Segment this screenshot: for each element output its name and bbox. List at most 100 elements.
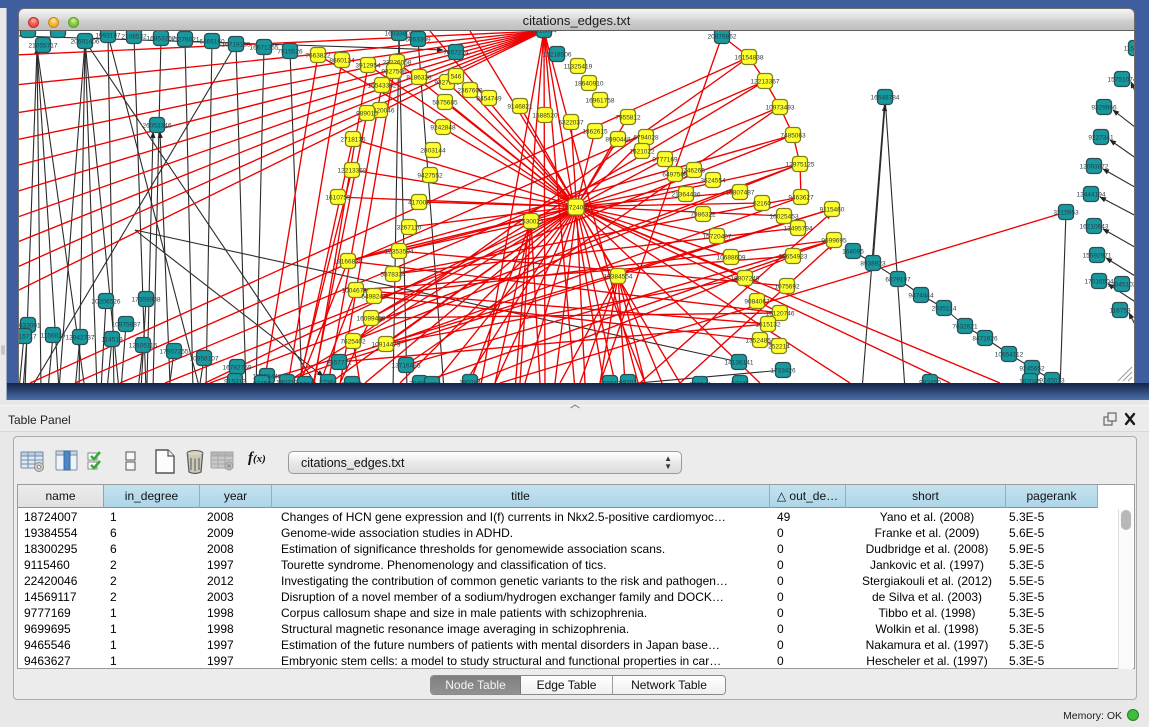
svg-text:12942737: 12942737: [66, 335, 95, 342]
svg-text:11325419: 11325419: [564, 64, 593, 71]
svg-text:9427552: 9427552: [417, 173, 443, 180]
svg-text:13495794: 13495794: [784, 226, 813, 233]
svg-text:62160: 62160: [753, 201, 771, 208]
svg-text:82450: 82450: [253, 381, 271, 384]
svg-text:9329966: 9329966: [1091, 105, 1117, 112]
svg-text:417006: 417006: [408, 200, 430, 207]
svg-text:9777169: 9777169: [652, 157, 678, 164]
svg-text:1621022: 1621022: [629, 149, 655, 156]
svg-text:13716485: 13716485: [392, 363, 421, 370]
svg-text:12213367: 12213367: [751, 79, 780, 86]
svg-text:7515526: 7515526: [277, 49, 303, 56]
svg-text:7986322: 7986322: [690, 212, 716, 219]
svg-text:6053309: 6053309: [405, 37, 431, 44]
svg-text:3215953: 3215953: [1053, 210, 1079, 217]
svg-text:13218506: 13218506: [543, 52, 572, 59]
svg-text:16671355: 16671355: [250, 45, 279, 52]
svg-text:2108532: 2108532: [121, 34, 147, 41]
svg-text:5875685: 5875685: [432, 100, 458, 107]
svg-text:21364436: 21364436: [672, 192, 701, 199]
svg-text:17359938: 17359938: [132, 297, 161, 304]
svg-text:7857224: 7857224: [443, 50, 469, 57]
svg-text:1156829: 1156829: [41, 333, 66, 340]
svg-text:9115460: 9115460: [820, 207, 845, 214]
svg-text:12505115: 12505115: [129, 343, 158, 350]
svg-text:12213369: 12213369: [338, 168, 367, 175]
svg-text:20206526: 20206526: [92, 299, 121, 306]
svg-text:19166825: 19166825: [334, 259, 363, 266]
svg-text:10914479: 10914479: [372, 342, 401, 349]
svg-text:8454749: 8454749: [476, 96, 502, 103]
svg-text:2530023: 2530023: [518, 219, 544, 226]
svg-text:6497568: 6497568: [662, 172, 688, 179]
svg-text:164095: 164095: [842, 249, 864, 256]
svg-text:7632621: 7632621: [952, 324, 978, 331]
svg-text:546: 546: [451, 74, 462, 81]
svg-text:9474444: 9474444: [908, 293, 934, 300]
svg-text:9245013: 9245013: [1039, 378, 1065, 384]
svg-text:1610755: 1610755: [325, 195, 351, 202]
svg-text:8990448: 8990448: [605, 137, 631, 144]
svg-text:9657771: 9657771: [326, 360, 352, 367]
svg-text:1151307: 1151307: [1124, 46, 1135, 53]
svg-text:114519: 114519: [101, 337, 123, 344]
svg-text:16648784: 16648784: [871, 95, 900, 102]
svg-text:16210643: 16210643: [1080, 224, 1109, 231]
svg-text:16099489: 16099489: [357, 316, 386, 323]
svg-text:82245: 82245: [731, 381, 749, 384]
svg-text:9146821: 9146821: [507, 104, 533, 111]
svg-text:99203: 99203: [619, 380, 637, 384]
svg-text:9463627: 9463627: [788, 195, 814, 202]
svg-text:18640910: 18640910: [575, 81, 604, 88]
svg-text:1588520: 1588520: [532, 113, 558, 120]
svg-text:16782759: 16782759: [223, 365, 252, 372]
svg-text:9699695: 9699695: [821, 238, 847, 245]
svg-text:182045: 182045: [1019, 379, 1041, 384]
svg-text:17957255: 17957255: [160, 349, 189, 356]
svg-text:8186328: 8186328: [406, 75, 432, 82]
svg-text:16543382: 16543382: [368, 83, 397, 90]
svg-text:190284: 190284: [459, 380, 481, 384]
svg-text:8938923: 8938923: [860, 261, 886, 268]
svg-text:18807249: 18807249: [731, 276, 760, 283]
svg-text:3915717: 3915717: [19, 334, 37, 341]
svg-text:12975125: 12975125: [786, 162, 815, 169]
svg-text:1075692: 1075692: [774, 284, 800, 291]
svg-text:7625402: 7625402: [340, 339, 366, 346]
svg-text:3624554: 3624554: [700, 178, 726, 185]
svg-text:9245652: 9245652: [1019, 366, 1045, 373]
svg-text:84726: 84726: [423, 382, 441, 384]
svg-text:15720407: 15720407: [703, 234, 732, 241]
svg-text:203917: 203917: [599, 381, 621, 384]
svg-text:7663822: 7663822: [305, 53, 331, 60]
svg-text:7485063: 7485063: [780, 133, 806, 140]
svg-text:1993197: 1993197: [95, 33, 121, 40]
svg-text:9227341: 9227341: [1088, 135, 1114, 142]
svg-text:19384554: 19384554: [604, 274, 633, 281]
svg-text:2367608: 2367608: [457, 88, 483, 95]
svg-text:992450: 992450: [919, 380, 941, 384]
svg-text:5878334: 5878334: [380, 272, 406, 279]
svg-text:3912954: 3912954: [355, 63, 381, 70]
svg-text:10719155: 10719155: [222, 42, 251, 49]
svg-text:190213: 190213: [276, 380, 298, 384]
svg-text:8813054: 8813054: [531, 31, 557, 35]
svg-text:26053346: 26053346: [143, 123, 172, 130]
svg-text:6794028: 6794028: [633, 135, 659, 142]
svg-text:10975887: 10975887: [112, 322, 141, 329]
svg-text:14136141: 14136141: [725, 360, 754, 367]
svg-text:77364: 77364: [319, 380, 337, 384]
svg-text:21055717: 21055717: [29, 43, 58, 50]
svg-text:10025453: 10025453: [770, 214, 799, 221]
svg-text:1733426: 1733426: [770, 368, 796, 375]
svg-text:190244: 190244: [689, 382, 711, 384]
svg-text:6322037: 6322037: [558, 120, 584, 127]
svg-text:18724007: 18724007: [562, 205, 591, 212]
svg-text:10973493: 10973493: [766, 105, 795, 112]
svg-text:8660124: 8660124: [329, 58, 355, 65]
svg-text:8471626: 8471626: [972, 336, 998, 343]
svg-text:3267110: 3267110: [397, 225, 422, 232]
svg-text:7955812: 7955812: [615, 115, 641, 122]
svg-text:915312: 915312: [224, 379, 246, 384]
svg-text:12093872: 12093872: [1080, 164, 1109, 171]
